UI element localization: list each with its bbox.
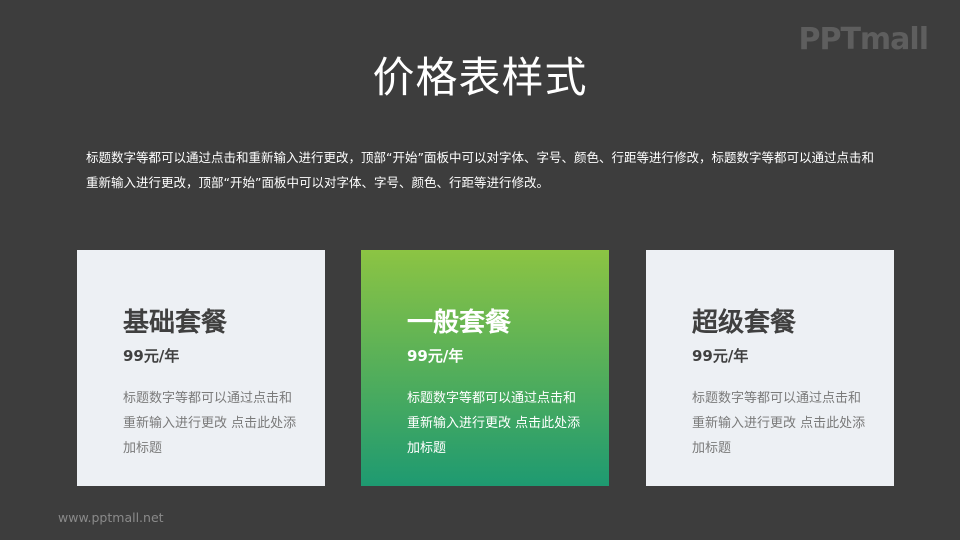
card-plan-name: 超级套餐 xyxy=(692,308,797,338)
card-price: 99元/年 xyxy=(692,347,749,365)
card-plan-name: 一般套餐 xyxy=(407,308,512,338)
page-title: 价格表样式 xyxy=(372,53,588,102)
pricing-card-premium: 超级套餐 99元/年 标题数字等都可以通过点击和重新输入进行更改 点击此处添加标… xyxy=(646,250,894,486)
card-description: 标题数字等都可以通过点击和重新输入进行更改 点击此处添加标题 xyxy=(692,391,866,456)
card-price: 99元/年 xyxy=(407,347,464,365)
card-description: 标题数字等都可以通过点击和重新输入进行更改 点击此处添加标题 xyxy=(123,391,297,456)
description-text: 标题数字等都可以通过点击和重新输入进行更改，顶部“开始”面板中可以对字体、字号、… xyxy=(86,150,874,190)
pricing-card-basic: 基础套餐 99元/年 标题数字等都可以通过点击和重新输入进行更改 点击此处添加标… xyxy=(77,250,325,486)
card-price: 99元/年 xyxy=(123,347,180,365)
card-description: 标题数字等都可以通过点击和重新输入进行更改 点击此处添加标题 xyxy=(407,391,581,456)
card-plan-name: 基础套餐 xyxy=(123,308,228,338)
footer-url: www.pptmall.net xyxy=(58,510,164,525)
pricing-card-standard: 一般套餐 99元/年 标题数字等都可以通过点击和重新输入进行更改 点击此处添加标… xyxy=(361,250,609,486)
